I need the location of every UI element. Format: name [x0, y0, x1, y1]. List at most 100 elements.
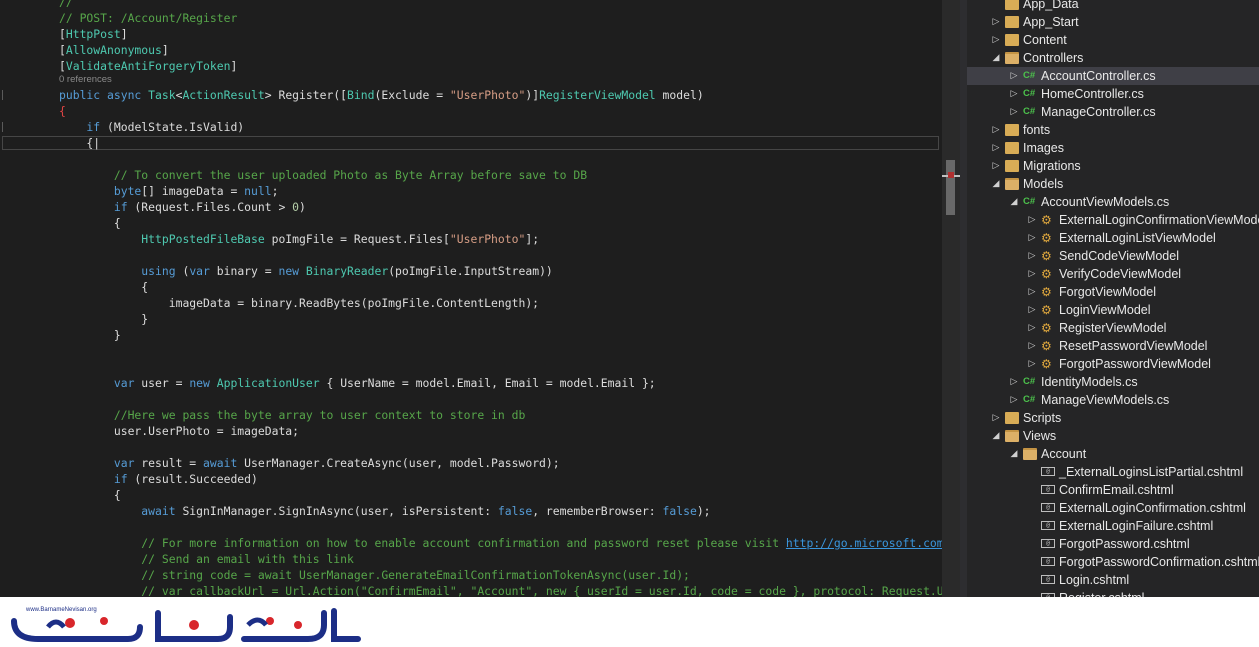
tree-item[interactable]: ▷ Images: [967, 139, 1259, 157]
code-line[interactable]: // var callbackUrl = Url.Action("Confirm…: [59, 583, 942, 597]
collapse-arrow-icon[interactable]: ▷: [1027, 355, 1037, 373]
code-line[interactable]: await SignInManager.SignInAsync(user, is…: [59, 503, 710, 519]
scrollbar-thumb[interactable]: [946, 160, 955, 215]
code-line[interactable]: if (result.Succeeded): [59, 471, 258, 487]
code-line[interactable]: {: [59, 103, 66, 119]
tree-item[interactable]: ▷ C# HomeController.cs: [967, 85, 1259, 103]
code-line[interactable]: using (var binary = new BinaryReader(poI…: [59, 263, 553, 279]
code-line[interactable]: var result = await UserManager.CreateAsy…: [59, 455, 560, 471]
tree-item[interactable]: ▷ App_Start: [967, 13, 1259, 31]
tree-item[interactable]: @ ConfirmEmail.cshtml: [967, 481, 1259, 499]
code-line[interactable]: user.UserPhoto = imageData;: [59, 423, 299, 439]
tree-item[interactable]: ▷ ⚙ ExternalLoginConfirmationViewModel: [967, 211, 1259, 229]
code-line[interactable]: {|: [59, 135, 100, 151]
code-line[interactable]: //Here we pass the byte array to user co…: [59, 407, 525, 423]
expand-arrow-icon[interactable]: ◢: [991, 427, 1001, 445]
code-line[interactable]: if (ModelState.IsValid): [59, 119, 244, 135]
collapse-arrow-icon[interactable]: ▷: [1009, 391, 1019, 409]
code-line[interactable]: var user = new ApplicationUser { UserNam…: [59, 375, 656, 391]
collapse-arrow-icon[interactable]: ▷: [1027, 301, 1037, 319]
collapse-arrow-icon[interactable]: ▷: [991, 121, 1001, 139]
expand-arrow-icon[interactable]: ◢: [991, 175, 1001, 193]
collapse-marker[interactable]: [2, 122, 3, 132]
collapse-arrow-icon[interactable]: ▷: [1027, 229, 1037, 247]
code-line[interactable]: imageData = binary.ReadBytes(poImgFile.C…: [59, 295, 539, 311]
collapse-arrow-icon[interactable]: ▷: [1009, 373, 1019, 391]
tree-item[interactable]: ▷ Scripts: [967, 409, 1259, 427]
collapse-arrow-icon[interactable]: ▷: [1009, 85, 1019, 103]
code-line[interactable]: {: [59, 279, 148, 295]
collapse-arrow-icon[interactable]: ▷: [991, 139, 1001, 157]
tree-item[interactable]: ▷ Migrations: [967, 157, 1259, 175]
code-line[interactable]: public async Task<ActionResult> Register…: [59, 87, 704, 103]
code-token: { UserName = model.Email, Email = model.…: [319, 376, 656, 390]
code-line[interactable]: {: [59, 487, 121, 503]
tree-item[interactable]: ▷ C# ManageViewModels.cs: [967, 391, 1259, 409]
editor-vertical-scrollbar[interactable]: [942, 0, 960, 597]
collapse-arrow-icon[interactable]: ▷: [1027, 337, 1037, 355]
collapse-arrow-icon[interactable]: ▷: [1027, 265, 1037, 283]
tree-item[interactable]: ◢ Views: [967, 427, 1259, 445]
collapse-marker[interactable]: [2, 90, 3, 100]
collapse-arrow-icon[interactable]: ▷: [1027, 247, 1037, 265]
code-line[interactable]: // To convert the user uploaded Photo as…: [59, 167, 587, 183]
tree-item[interactable]: ▷ ⚙ ResetPasswordViewModel: [967, 337, 1259, 355]
code-editor[interactable]: 0 references // // POST: /Account/Registe…: [0, 0, 942, 597]
code-line[interactable]: //: [59, 0, 73, 10]
code-line[interactable]: {: [59, 215, 121, 231]
code-line[interactable]: if (Request.Files.Count > 0): [59, 199, 306, 215]
tree-item[interactable]: ◢ Models: [967, 175, 1259, 193]
tree-item[interactable]: @ ExternalLoginFailure.cshtml: [967, 517, 1259, 535]
tree-item[interactable]: ◢ Controllers: [967, 49, 1259, 67]
expand-arrow-icon[interactable]: ◢: [1009, 445, 1019, 463]
tree-item[interactable]: App_Data: [967, 0, 1259, 13]
tree-item[interactable]: ▷ ⚙ ForgotViewModel: [967, 283, 1259, 301]
collapse-arrow-icon[interactable]: ▷: [1009, 103, 1019, 121]
code-line[interactable]: [AllowAnonymous]: [59, 42, 169, 58]
tree-item[interactable]: @ _ExternalLoginsListPartial.cshtml: [967, 463, 1259, 481]
pane-splitter[interactable]: [960, 0, 967, 597]
collapse-arrow-icon[interactable]: ▷: [1027, 211, 1037, 229]
tree-item[interactable]: ◢ C# AccountViewModels.cs: [967, 193, 1259, 211]
tree-item[interactable]: ▷ C# AccountController.cs: [967, 67, 1259, 85]
code-line[interactable]: HttpPostedFileBase poImgFile = Request.F…: [59, 231, 539, 247]
code-line[interactable]: byte[] imageData = null;: [59, 183, 279, 199]
collapse-arrow-icon[interactable]: ▷: [991, 409, 1001, 427]
tree-item[interactable]: ▷ ⚙ ForgotPasswordViewModel: [967, 355, 1259, 373]
collapse-arrow-icon[interactable]: ▷: [1009, 67, 1019, 85]
code-link[interactable]: http://go.microsoft.com/fwlink/?LinkID=3…: [786, 536, 942, 550]
tree-item[interactable]: @ Login.cshtml: [967, 571, 1259, 589]
tree-item-label: fonts: [1023, 123, 1051, 137]
code-line[interactable]: [HttpPost]: [59, 26, 128, 42]
code-line[interactable]: }: [59, 327, 121, 343]
tree-item[interactable]: @Register.cshtml: [967, 589, 1259, 597]
code-line[interactable]: // For more information on how to enable…: [59, 535, 942, 551]
tree-item[interactable]: @ ExternalLoginConfirmation.cshtml: [967, 499, 1259, 517]
tree-item[interactable]: ▷ ⚙ LoginViewModel: [967, 301, 1259, 319]
tree-item[interactable]: ▷ Content: [967, 31, 1259, 49]
tree-item[interactable]: ▷ ⚙ VerifyCodeViewModel: [967, 265, 1259, 283]
code-line[interactable]: [ValidateAntiForgeryToken]: [59, 58, 237, 74]
collapse-arrow-icon[interactable]: ▷: [1027, 283, 1037, 301]
collapse-arrow-icon[interactable]: ▷: [991, 157, 1001, 175]
tree-item[interactable]: ▷ ⚙ SendCodeViewModel: [967, 247, 1259, 265]
tree-item[interactable]: ▷ ⚙ ExternalLoginListViewModel: [967, 229, 1259, 247]
expand-arrow-icon[interactable]: ◢: [991, 49, 1001, 67]
code-line[interactable]: // POST: /Account/Register: [59, 10, 237, 26]
code-token: (poImgFile.InputStream)): [388, 264, 553, 278]
collapse-arrow-icon[interactable]: ▷: [991, 13, 1001, 31]
codelens-references[interactable]: 0 references: [59, 74, 112, 85]
tree-item[interactable]: ▷ fonts: [967, 121, 1259, 139]
code-line[interactable]: }: [59, 311, 148, 327]
tree-item[interactable]: @ ForgotPassword.cshtml: [967, 535, 1259, 553]
expand-arrow-icon[interactable]: ◢: [1009, 193, 1019, 211]
tree-item[interactable]: ▷ C# ManageController.cs: [967, 103, 1259, 121]
tree-item[interactable]: ▷ ⚙ RegisterViewModel: [967, 319, 1259, 337]
code-line[interactable]: // string code = await UserManager.Gener…: [59, 567, 690, 583]
collapse-arrow-icon[interactable]: ▷: [1027, 319, 1037, 337]
collapse-arrow-icon[interactable]: ▷: [991, 31, 1001, 49]
tree-item[interactable]: ▷ C# IdentityModels.cs: [967, 373, 1259, 391]
code-line[interactable]: // Send an email with this link: [59, 551, 354, 567]
tree-item[interactable]: ◢ Account: [967, 445, 1259, 463]
tree-item[interactable]: @ ForgotPasswordConfirmation.cshtml: [967, 553, 1259, 571]
